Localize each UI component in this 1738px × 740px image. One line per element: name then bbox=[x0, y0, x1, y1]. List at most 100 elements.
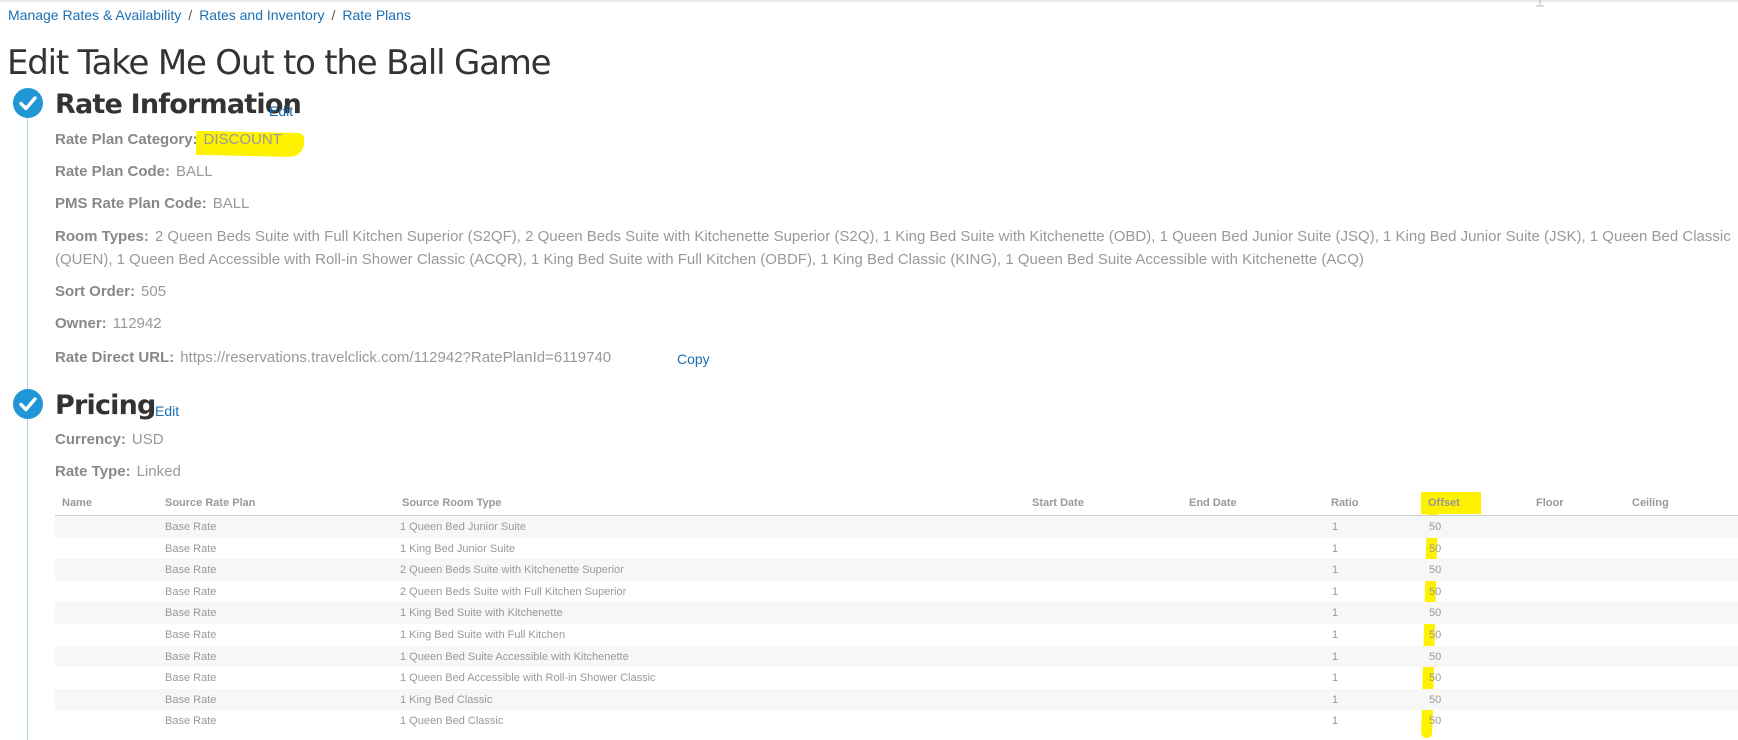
breadcrumb: Manage Rates & Availability / Rates and In… bbox=[8, 7, 411, 23]
breadcrumb-manage-rates[interactable]: Manage Rates & Availability bbox=[8, 7, 181, 23]
rate-information-edit-link[interactable]: Edit bbox=[269, 103, 293, 119]
table-row[interactable]: Base Rate 1 Queen Bed Junior Suite 1 50 bbox=[55, 516, 1738, 538]
check-icon bbox=[13, 389, 43, 419]
cell-source-rate-plan: Base Rate bbox=[165, 521, 217, 533]
cell-offset: 50 bbox=[1429, 650, 1442, 663]
cell-ratio: 1 bbox=[1332, 650, 1339, 663]
column-header-start-date[interactable]: Start Date bbox=[1032, 497, 1084, 509]
rate-type-value: Linked bbox=[136, 463, 181, 480]
currency-field: Currency: USD bbox=[55, 431, 164, 448]
cell-ratio: 1 bbox=[1332, 585, 1339, 598]
pms-rate-plan-code-label: PMS Rate Plan Code: bbox=[55, 195, 207, 212]
column-header-ceiling[interactable]: Ceiling bbox=[1632, 497, 1669, 509]
table-body: Base Rate 1 Queen Bed Junior Suite 1 50 Base… bbox=[55, 516, 1738, 732]
rate-direct-url-label: Rate Direct URL: bbox=[55, 349, 175, 366]
cell-source-room-type: 1 Queen Bed Accessible with Roll-in Show… bbox=[400, 672, 656, 685]
cell-source-rate-plan: Base Rate bbox=[165, 650, 217, 663]
cell-ratio: 1 bbox=[1332, 693, 1339, 706]
rate-information-title: Rate Information bbox=[55, 89, 302, 120]
rate-plan-category-field: Rate Plan Category: DISCOUNT bbox=[55, 131, 282, 148]
room-types-label: Room Types: bbox=[55, 228, 149, 245]
column-header-source-room-type[interactable]: Source Room Type bbox=[402, 497, 501, 509]
table-row[interactable]: Base Rate 1 King Bed Suite with Kitchenet… bbox=[55, 602, 1738, 624]
breadcrumb-rates-inventory[interactable]: Rates and Inventory bbox=[199, 7, 324, 23]
column-header-name[interactable]: Name bbox=[62, 497, 92, 509]
rate-plan-code-value: BALL bbox=[176, 163, 213, 180]
cell-source-room-type: 1 King Bed Suite with Kitchenette bbox=[400, 607, 563, 620]
cell-offset: 50 bbox=[1429, 542, 1442, 555]
rate-type-label: Rate Type: bbox=[55, 463, 131, 480]
check-icon bbox=[13, 88, 43, 118]
room-types-value: 2 Queen Beds Suite with Full Kitchen Sup… bbox=[55, 228, 1731, 268]
rate-direct-url-value: https://reservations.travelclick.com/112… bbox=[180, 349, 612, 366]
pricing-edit-link[interactable]: Edit bbox=[155, 403, 179, 419]
cell-source-room-type: 2 Queen Beds Suite with Kitchenette Supe… bbox=[400, 564, 624, 577]
table-row[interactable]: Base Rate 1 Queen Bed Classic 1 50 bbox=[55, 710, 1738, 732]
cell-source-rate-plan: Base Rate bbox=[165, 715, 217, 728]
owner-value: 112942 bbox=[112, 315, 162, 332]
table-row[interactable]: Base Rate 1 Queen Bed Accessible with Rol… bbox=[55, 667, 1738, 689]
table-row[interactable]: Base Rate 1 King Bed Junior Suite 1 50 bbox=[55, 538, 1738, 560]
pms-rate-plan-code-value: BALL bbox=[212, 195, 250, 212]
cell-ratio: 1 bbox=[1332, 672, 1339, 685]
cell-source-rate-plan: Base Rate bbox=[165, 628, 217, 641]
cell-offset: 50 bbox=[1429, 521, 1442, 533]
cell-source-room-type: 1 Queen Bed Junior Suite bbox=[400, 521, 526, 533]
cell-source-room-type: 1 Queen Bed Classic bbox=[400, 715, 504, 728]
pin-icon bbox=[1536, 0, 1544, 7]
cell-source-room-type: 1 Queen Bed Suite Accessible with Kitche… bbox=[400, 650, 629, 663]
table-row[interactable]: Base Rate 1 Queen Bed Suite Accessible wi… bbox=[55, 645, 1738, 668]
currency-label: Currency: bbox=[55, 431, 126, 448]
breadcrumb-rate-plans[interactable]: Rate Plans bbox=[342, 7, 410, 23]
cell-offset: 50 bbox=[1429, 564, 1442, 577]
cell-offset: 50 bbox=[1429, 715, 1442, 728]
linked-rates-table: Name Source Rate Plan Source Room Type S… bbox=[55, 492, 1738, 732]
cell-ratio: 1 bbox=[1332, 628, 1339, 641]
rate-plan-category-label: Rate Plan Category: bbox=[55, 131, 198, 148]
column-header-ratio[interactable]: Ratio bbox=[1331, 497, 1359, 509]
cell-source-rate-plan: Base Rate bbox=[165, 672, 217, 685]
cell-source-room-type: 1 King Bed Classic bbox=[400, 693, 493, 706]
pricing-title: Pricing bbox=[55, 390, 156, 421]
page-title: Edit Take Me Out to the Ball Game bbox=[7, 43, 552, 83]
breadcrumb-separator: / bbox=[331, 7, 336, 23]
column-header-offset[interactable]: Offset bbox=[1428, 497, 1460, 509]
sort-order-label: Sort Order: bbox=[55, 283, 136, 300]
cell-source-rate-plan: Base Rate bbox=[165, 607, 217, 620]
column-header-floor[interactable]: Floor bbox=[1536, 497, 1564, 509]
rate-plan-category-value: DISCOUNT bbox=[203, 131, 282, 148]
cell-offset: 50 bbox=[1429, 585, 1442, 598]
currency-value: USD bbox=[131, 431, 164, 448]
column-header-source-rate-plan[interactable]: Source Rate Plan bbox=[165, 497, 255, 509]
cell-ratio: 1 bbox=[1332, 521, 1339, 533]
breadcrumb-separator: / bbox=[188, 7, 193, 23]
cell-ratio: 1 bbox=[1332, 564, 1339, 577]
cell-source-room-type: 1 King Bed Junior Suite bbox=[400, 542, 515, 555]
room-types-field: Room Types: 2 Queen Beds Suite with Full … bbox=[55, 225, 1735, 271]
cell-ratio: 1 bbox=[1332, 607, 1339, 620]
cell-ratio: 1 bbox=[1332, 542, 1339, 555]
table-row[interactable]: Base Rate 2 Queen Beds Suite with Full Ki… bbox=[55, 581, 1738, 603]
copy-url-button[interactable]: Copy bbox=[677, 351, 710, 367]
cell-source-room-type: 1 King Bed Suite with Full Kitchen bbox=[400, 628, 566, 641]
column-header-end-date[interactable]: End Date bbox=[1189, 497, 1237, 509]
rate-type-field: Rate Type: Linked bbox=[55, 463, 181, 480]
cell-source-rate-plan: Base Rate bbox=[165, 542, 217, 555]
table-header: Name Source Rate Plan Source Room Type S… bbox=[55, 492, 1738, 516]
table-row[interactable]: Base Rate 1 King Bed Classic 1 50 bbox=[55, 688, 1738, 711]
cell-source-room-type: 2 Queen Beds Suite with Full Kitchen Sup… bbox=[400, 585, 627, 598]
owner-label: Owner: bbox=[55, 315, 107, 332]
timeline-line bbox=[27, 112, 28, 740]
cell-source-rate-plan: Base Rate bbox=[165, 693, 217, 706]
rate-direct-url-field: Rate Direct URL: https://reservations.tra… bbox=[55, 349, 611, 366]
cell-offset: 50 bbox=[1429, 693, 1442, 706]
cell-offset: 50 bbox=[1429, 628, 1442, 641]
table-row[interactable]: Base Rate 2 Queen Beds Suite with Kitchen… bbox=[55, 559, 1738, 581]
owner-field: Owner: 112942 bbox=[55, 315, 162, 332]
pms-rate-plan-code-field: PMS Rate Plan Code: BALL bbox=[55, 195, 249, 212]
table-row[interactable]: Base Rate 1 King Bed Suite with Full Kitc… bbox=[55, 624, 1738, 646]
cell-source-rate-plan: Base Rate bbox=[165, 564, 217, 577]
top-border bbox=[0, 0, 1738, 2]
cell-offset: 50 bbox=[1429, 607, 1442, 620]
rate-plan-code-field: Rate Plan Code: BALL bbox=[55, 163, 213, 180]
